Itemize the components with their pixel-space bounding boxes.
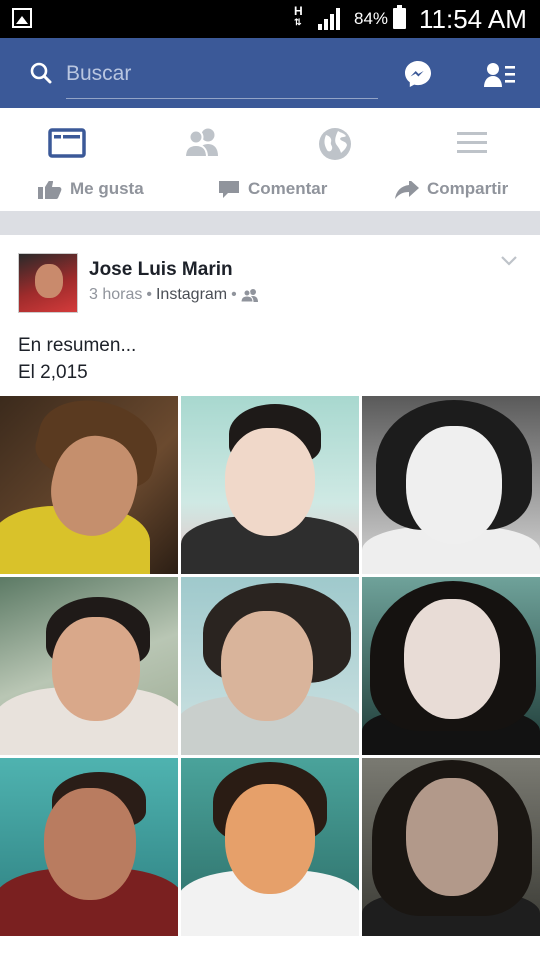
post-meta: 3 horas • Instagram •	[89, 286, 259, 304]
tab-notifications[interactable]	[270, 108, 405, 181]
author-avatar[interactable]	[18, 253, 78, 313]
search-input[interactable]: Buscar	[66, 54, 378, 99]
comment-icon	[219, 181, 239, 198]
post-text-line-2: El 2,015	[18, 362, 88, 383]
collage-photo-9[interactable]	[362, 758, 540, 936]
like-label: Me gusta	[70, 181, 144, 198]
meta-separator: •	[231, 286, 237, 303]
previous-post-actions: Me gusta Comentar Compartir	[0, 181, 540, 211]
gallery-notification-icon	[12, 8, 32, 28]
photo-collage[interactable]	[0, 396, 540, 936]
post-author[interactable]: Jose Luis Marin	[89, 259, 233, 281]
tab-menu[interactable]	[405, 108, 540, 181]
collage-photo-5[interactable]	[181, 577, 359, 755]
network-type: H ⇅	[294, 4, 303, 27]
tab-bar	[0, 108, 540, 182]
post-time[interactable]: 3 horas	[89, 286, 142, 304]
thumbs-up-icon	[38, 181, 62, 199]
friends-audience-icon	[240, 289, 258, 302]
comment-button[interactable]: Comentar	[218, 181, 327, 201]
news-feed-icon	[48, 128, 86, 158]
collage-photo-2[interactable]	[181, 396, 359, 574]
tab-news-feed[interactable]	[0, 108, 135, 181]
messenger-icon[interactable]	[404, 60, 432, 88]
like-button[interactable]: Me gusta	[38, 181, 144, 201]
notifications-globe-icon	[319, 128, 351, 160]
post-source[interactable]: Instagram	[156, 286, 227, 304]
feed-divider	[0, 211, 540, 235]
collage-photo-8[interactable]	[181, 758, 359, 936]
share-icon	[395, 181, 419, 199]
feed-post: Jose Luis Marin 3 horas • Instagram • En…	[0, 235, 540, 960]
collage-photo-7[interactable]	[0, 758, 178, 936]
meta-separator: •	[146, 286, 152, 303]
status-bar: H ⇅ 84% 11:54 AM	[0, 0, 540, 38]
share-label: Compartir	[427, 181, 509, 198]
comment-label: Comentar	[248, 181, 328, 198]
signal-icon	[318, 8, 340, 30]
friend-requests-icon	[183, 128, 218, 158]
battery-percent: 84%	[354, 9, 389, 28]
clock: 11:54 AM	[419, 4, 527, 34]
collage-photo-1[interactable]	[0, 396, 178, 574]
post-text-line-1: En resumen...	[18, 335, 137, 356]
search-icon[interactable]	[30, 62, 52, 84]
battery-icon	[393, 5, 406, 29]
tab-friend-requests[interactable]	[135, 108, 270, 181]
friends-list-icon[interactable]	[484, 62, 516, 88]
chevron-down-icon[interactable]	[500, 255, 518, 267]
share-button[interactable]: Compartir	[395, 181, 508, 201]
search-header: Buscar	[0, 38, 540, 108]
collage-photo-4[interactable]	[0, 577, 178, 755]
collage-photo-3[interactable]	[362, 396, 540, 574]
collage-photo-6[interactable]	[362, 577, 540, 755]
menu-icon	[457, 132, 487, 153]
